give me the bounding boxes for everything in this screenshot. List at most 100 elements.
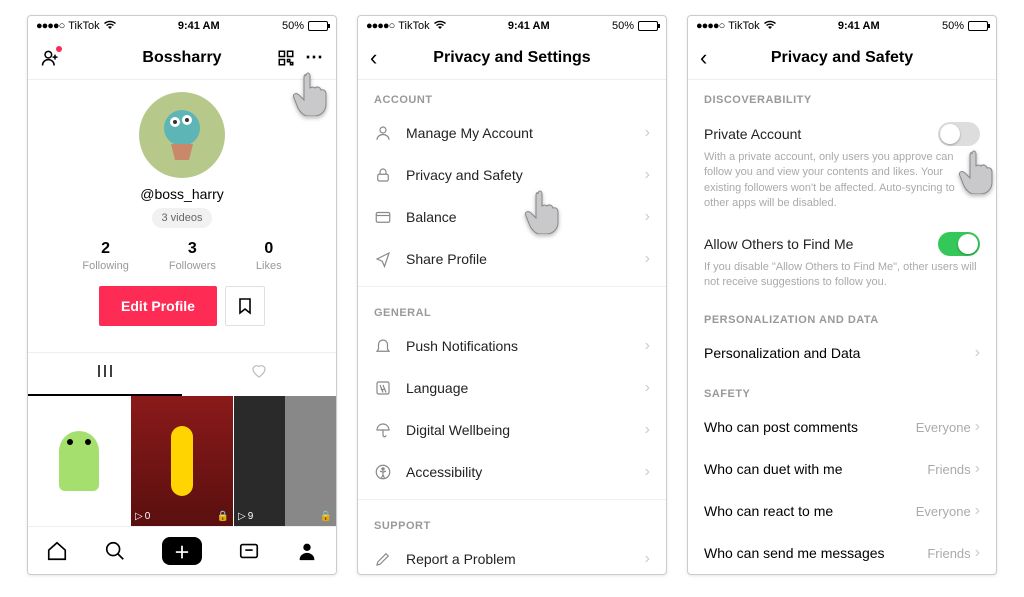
battery-icon — [308, 21, 328, 31]
row-label: Personalization and Data — [704, 345, 860, 361]
video-thumb[interactable]: ▷ 9 🔒 — [234, 396, 336, 526]
setting-private-account: Private Account With a private account, … — [688, 112, 996, 222]
status-bar: ●●●●○ TikTok 9:41 AM 50% — [28, 16, 336, 36]
phone-privacy: ●●●●○ TikTok 9:41 AM 50% ‹ Privacy and S… — [687, 15, 997, 575]
row-personalization[interactable]: Personalization and Data › — [688, 332, 996, 374]
row-who-messages[interactable]: Who can send me messages Friends› — [688, 532, 996, 574]
video-grid: ▷ 0 ▷ 0 🔒 ▷ 9 🔒 — [28, 396, 336, 526]
play-count: ▷ 0 — [32, 511, 47, 522]
lock-icon: 🔒 — [320, 511, 332, 522]
row-label: Manage My Account — [406, 125, 631, 141]
edit-profile-button[interactable]: Edit Profile — [99, 286, 217, 326]
row-manage-account[interactable]: Manage My Account › — [358, 112, 666, 154]
section-header-support: SUPPORT — [358, 506, 666, 538]
row-label: Digital Wellbeing — [406, 422, 631, 438]
row-label: Privacy and Safety — [406, 167, 631, 183]
chevron-right-icon: › — [645, 166, 650, 184]
umbrella-icon — [374, 421, 392, 439]
back-button[interactable]: ‹ — [370, 45, 377, 71]
search-icon[interactable] — [104, 540, 126, 562]
wifi-icon — [104, 20, 116, 33]
row-label: Share Profile — [406, 251, 631, 267]
privacy-list[interactable]: DISCOVERABILITY Private Account With a p… — [688, 80, 996, 574]
language-icon — [374, 379, 392, 397]
signal-dots-icon: ●●●●○ — [366, 20, 394, 32]
battery-icon — [638, 21, 658, 31]
video-thumb[interactable]: ▷ 0 — [28, 396, 131, 526]
status-bar: ●●●●○ TikTok 9:41 AM 50% — [358, 16, 666, 36]
lock-icon: 🔒 — [217, 511, 229, 522]
chevron-right-icon: › — [975, 460, 980, 478]
setting-desc: If you disable "Allow Others to Find Me"… — [704, 260, 980, 291]
home-icon[interactable] — [46, 540, 68, 562]
profile-tabs — [28, 352, 336, 396]
toggle-private-account[interactable] — [938, 122, 980, 146]
stat-followers[interactable]: 3 Followers — [169, 240, 216, 272]
row-who-react[interactable]: Who can react to me Everyone› — [688, 490, 996, 532]
setting-desc: With a private account, only users you a… — [704, 150, 980, 212]
row-report-problem[interactable]: Report a Problem › — [358, 538, 666, 574]
bookmark-button[interactable] — [225, 286, 265, 326]
play-count: ▷ 9 — [238, 511, 253, 522]
chevron-right-icon: › — [975, 544, 980, 562]
toggle-allow-find[interactable] — [938, 232, 980, 256]
username: @boss_harry — [140, 186, 223, 202]
tab-grid[interactable] — [28, 353, 182, 396]
back-button[interactable]: ‹ — [700, 45, 707, 71]
carrier-label: TikTok — [68, 20, 99, 32]
battery-icon — [968, 21, 988, 31]
chevron-right-icon: › — [645, 463, 650, 481]
status-time: 9:41 AM — [178, 20, 220, 32]
more-icon[interactable]: ⋯ — [305, 47, 324, 68]
row-value: Everyone — [916, 420, 971, 435]
row-who-duet[interactable]: Who can duet with me Friends› — [688, 448, 996, 490]
chevron-right-icon: › — [975, 344, 980, 362]
signal-dots-icon: ●●●●○ — [36, 20, 64, 32]
row-balance[interactable]: Balance › — [358, 196, 666, 238]
signal-dots-icon: ●●●●○ — [696, 20, 724, 32]
row-label: Push Notifications — [406, 338, 631, 354]
row-value: Friends — [927, 462, 970, 477]
bottom-nav: ＋ — [28, 526, 336, 574]
row-who-comments[interactable]: Who can post comments Everyone › — [688, 406, 996, 448]
row-push-notifications[interactable]: Push Notifications › — [358, 325, 666, 367]
video-thumb[interactable]: ▷ 0 🔒 — [131, 396, 234, 526]
chevron-right-icon: › — [645, 250, 650, 268]
person-icon — [374, 124, 392, 142]
section-header-discoverability: DISCOVERABILITY — [688, 80, 996, 112]
chevron-right-icon: › — [975, 418, 980, 436]
section-header-account: ACCOUNT — [358, 80, 666, 112]
wifi-icon — [764, 20, 776, 33]
profile-icon[interactable] — [296, 540, 318, 562]
wifi-icon — [434, 20, 446, 33]
tab-liked[interactable] — [182, 353, 336, 396]
qr-icon[interactable] — [277, 49, 295, 67]
row-share-profile[interactable]: Share Profile › — [358, 238, 666, 280]
row-label: Balance — [406, 209, 631, 225]
avatar[interactable] — [139, 92, 225, 178]
add-friend-icon[interactable] — [40, 48, 60, 68]
chevron-right-icon: › — [645, 550, 650, 568]
battery-percent: 50% — [942, 20, 964, 32]
stat-likes[interactable]: 0 Likes — [256, 240, 282, 272]
row-digital-wellbeing[interactable]: Digital Wellbeing › — [358, 409, 666, 451]
wallet-icon — [374, 208, 392, 226]
row-accessibility[interactable]: Accessibility › — [358, 451, 666, 493]
setting-allow-find: Allow Others to Find Me If you disable "… — [688, 222, 996, 301]
inbox-icon[interactable] — [238, 540, 260, 562]
status-bar: ●●●●○ TikTok 9:41 AM 50% — [688, 16, 996, 36]
setting-title: Private Account — [704, 126, 801, 142]
stat-following[interactable]: 2 Following — [82, 240, 128, 272]
row-label: Report a Problem — [406, 551, 631, 567]
chevron-right-icon: › — [645, 379, 650, 397]
chevron-right-icon: › — [975, 502, 980, 520]
chevron-right-icon: › — [645, 421, 650, 439]
stats-row: 2 Following 3 Followers 0 Likes — [82, 240, 281, 272]
share-icon — [374, 250, 392, 268]
settings-list[interactable]: ACCOUNT Manage My Account › Privacy and … — [358, 80, 666, 574]
row-language[interactable]: Language › — [358, 367, 666, 409]
row-label: Who can post comments — [704, 419, 858, 435]
create-button[interactable]: ＋ — [162, 537, 202, 565]
row-value: Everyone — [916, 504, 971, 519]
row-privacy-safety[interactable]: Privacy and Safety › — [358, 154, 666, 196]
